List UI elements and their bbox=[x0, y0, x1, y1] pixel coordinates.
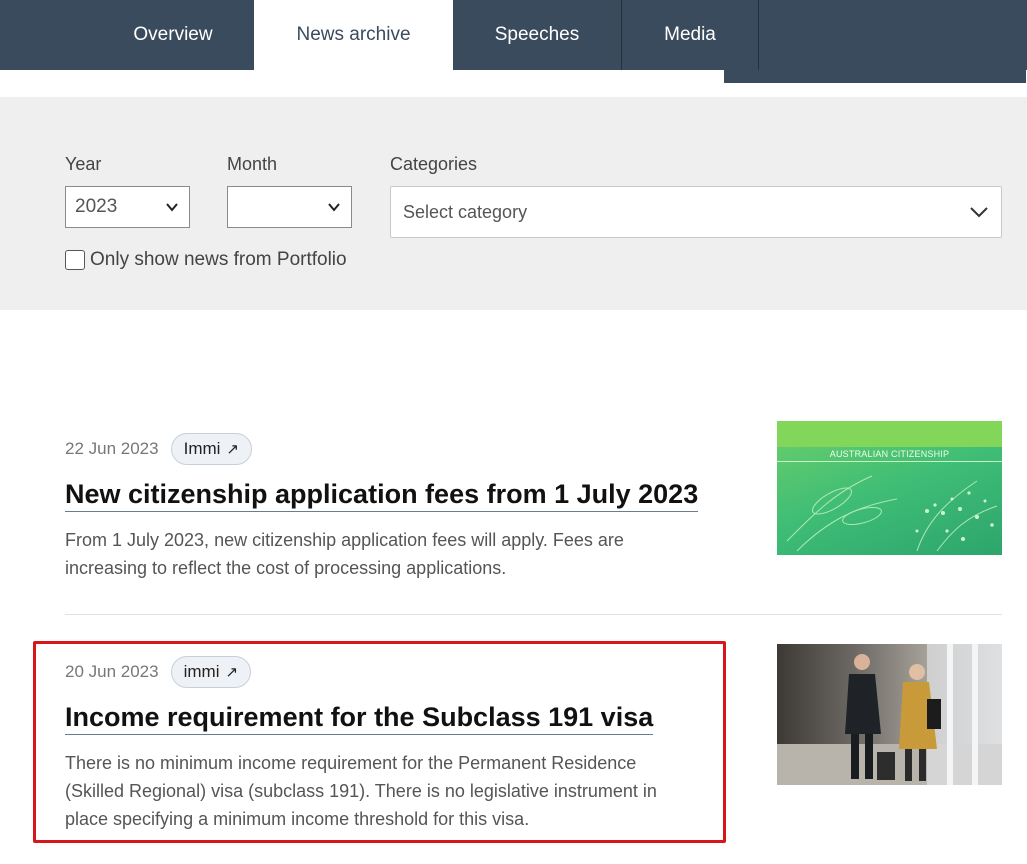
news-meta: 20 Jun 2023 immi ↗ bbox=[65, 656, 705, 688]
tab-news-archive[interactable]: News archive bbox=[254, 0, 453, 70]
news-date: 22 Jun 2023 bbox=[65, 439, 159, 458]
badge-label: Immi bbox=[183, 439, 221, 458]
year-select-value: 2023 bbox=[75, 196, 118, 217]
month-select[interactable] bbox=[227, 186, 352, 228]
news-description: From 1 July 2023, new citizenship applic… bbox=[65, 530, 624, 578]
chevron-down-icon bbox=[970, 207, 988, 218]
nav-extension bbox=[724, 66, 1026, 83]
travellers-photo bbox=[777, 644, 1002, 785]
year-select[interactable]: 2023 bbox=[65, 186, 190, 228]
badge-label: immi bbox=[183, 662, 220, 681]
news-item: 22 Jun 2023 Immi ↗ New citizenship appli… bbox=[65, 433, 705, 582]
tab-overview[interactable]: Overview bbox=[92, 0, 254, 70]
month-label: Month bbox=[227, 154, 278, 174]
news-description: There is no minimum income requirement f… bbox=[65, 753, 657, 829]
external-link-icon: ↗ bbox=[225, 664, 239, 681]
chevron-down-icon bbox=[328, 203, 340, 212]
categories-placeholder: Select category bbox=[403, 201, 528, 222]
portfolio-filter[interactable]: Only show news from Portfolio bbox=[65, 249, 347, 271]
news-thumbnail[interactable]: AUSTRALIAN CITIZENSHIP bbox=[777, 421, 1002, 555]
news-date: 20 Jun 2023 bbox=[65, 662, 159, 681]
external-link-icon: ↗ bbox=[226, 441, 239, 458]
tab-separator bbox=[758, 0, 759, 70]
portfolio-checkbox-label: Only show news from Portfolio bbox=[90, 249, 347, 270]
news-meta: 22 Jun 2023 Immi ↗ bbox=[65, 433, 705, 465]
portfolio-checkbox[interactable] bbox=[65, 250, 85, 270]
tab-speeches[interactable]: Speeches bbox=[453, 0, 621, 70]
top-navigation: Overview News archive Speeches Media bbox=[0, 0, 1027, 83]
source-badge[interactable]: Immi ↗ bbox=[170, 433, 252, 465]
news-item: 20 Jun 2023 immi ↗ Income requirement fo… bbox=[65, 656, 705, 833]
chevron-down-icon bbox=[166, 203, 178, 212]
categories-select[interactable]: Select category bbox=[390, 186, 1002, 238]
year-label: Year bbox=[65, 154, 102, 174]
categories-label: Categories bbox=[390, 154, 478, 174]
filter-panel: Year 2023 Month Categories Select catego… bbox=[0, 97, 1027, 310]
news-title-link[interactable]: Income requirement for the Subclass 191 … bbox=[65, 700, 654, 735]
news-divider bbox=[65, 614, 1002, 615]
news-title-link[interactable]: New citizenship application fees from 1 … bbox=[65, 477, 699, 512]
tab-media[interactable]: Media bbox=[622, 0, 758, 70]
botanical-illustration bbox=[786, 475, 998, 552]
news-thumbnail[interactable] bbox=[777, 644, 1002, 785]
source-badge[interactable]: immi ↗ bbox=[170, 656, 252, 688]
